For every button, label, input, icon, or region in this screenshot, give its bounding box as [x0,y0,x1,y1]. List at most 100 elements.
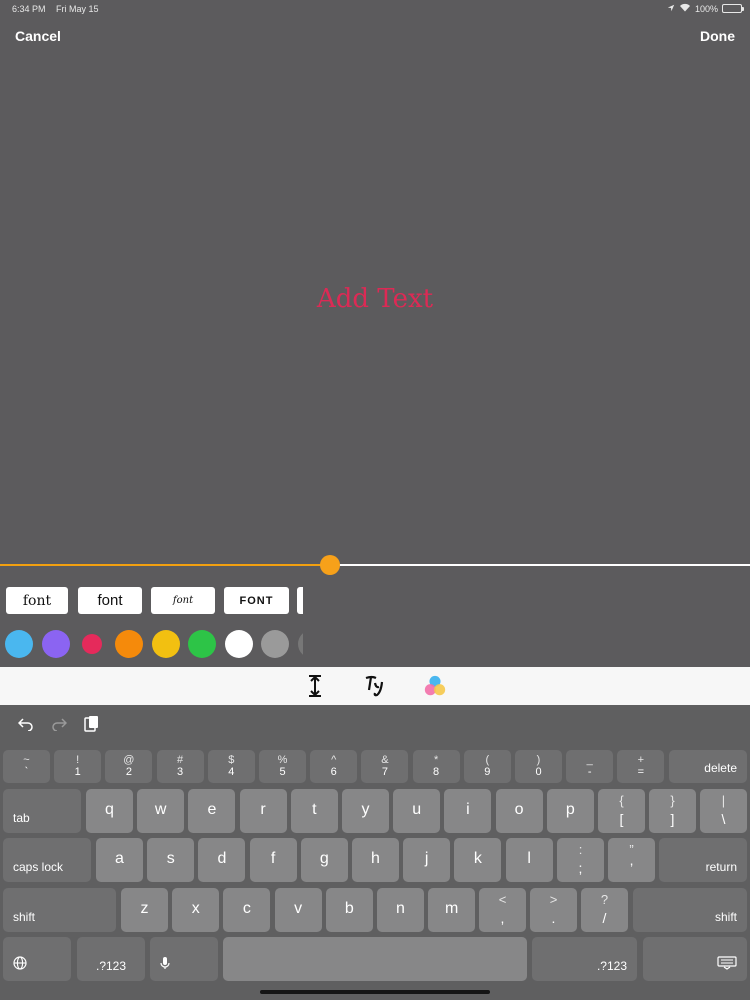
color-swatch[interactable] [82,634,102,654]
key-char: 3 [177,766,184,778]
undo-icon[interactable] [17,715,35,733]
key-letter[interactable]: i [444,789,492,833]
color-swatch[interactable] [298,630,303,658]
numbers-key-left[interactable]: .?123 [77,937,145,981]
key-letter[interactable]: m [428,888,476,932]
font-option-serif[interactable]: font [6,587,68,614]
key-number[interactable]: ) 0 [515,750,562,783]
microphone-icon [160,956,170,973]
key-char: r [260,801,266,818]
key-symbol[interactable]: >. [530,888,577,932]
key-number[interactable]: $4 [207,750,255,783]
color-swatch[interactable] [5,630,33,658]
space-bar[interactable] [223,937,527,981]
status-date: Fri May 15 [56,4,99,14]
key-symbol[interactable]: }] [649,789,696,833]
key-symbol[interactable]: <, [479,888,526,932]
key-shift-char: $ [228,754,235,766]
key-number[interactable]: % 5 [259,750,306,783]
key-symbol[interactable]: ”’ [608,838,655,882]
text-size-slider[interactable] [0,555,750,575]
text-height-icon[interactable] [303,674,327,698]
color-swatch[interactable] [115,630,143,658]
font-style-icon[interactable] [363,674,387,698]
key-number[interactable]: _ - [566,750,614,783]
key-number[interactable]: #3 [156,750,204,783]
key-letter[interactable]: s [147,838,195,882]
key-letter[interactable]: d [198,838,246,882]
key-number[interactable]: (9 [463,750,511,783]
color-swatch[interactable] [225,630,253,658]
cancel-button[interactable]: Cancel [15,28,61,44]
key-char: l [527,850,531,867]
key-char: - [587,766,592,778]
key-symbol[interactable]: :; [557,838,604,882]
key-letter[interactable]: k [454,838,502,882]
key-char: o [514,801,524,818]
key-letter[interactable]: b [325,888,373,932]
key-letter[interactable]: z [121,888,168,932]
key-letter[interactable]: c [223,888,271,932]
key-letter[interactable]: r [239,789,287,833]
slider-track-filled [0,564,330,566]
key-letter[interactable]: v [274,888,322,932]
key-letter[interactable]: h [352,838,399,882]
key-number[interactable]: * 8 [412,750,460,783]
key-symbol[interactable]: {[ [598,789,645,833]
key-number[interactable]: ! 1 [54,750,102,783]
key-letter[interactable]: e [188,789,236,833]
key-symbol[interactable]: ? / [581,888,628,932]
key-letter[interactable]: x [172,888,220,932]
done-button[interactable]: Done [700,28,735,44]
redo-icon[interactable] [50,715,68,733]
key-letter[interactable]: u [393,789,441,833]
color-picker [0,630,303,660]
slider-thumb[interactable] [320,555,340,575]
color-swatch[interactable] [152,630,180,658]
color-swatch[interactable] [42,630,70,658]
key-char: 9 [484,766,491,778]
font-option-marker[interactable]: font [78,587,142,614]
key-number[interactable]: ~ ` [3,750,50,783]
numbers-key-right[interactable]: .?123 [532,937,637,981]
caps-lock-key[interactable]: caps lock [3,838,91,882]
location-icon [667,4,675,14]
key-shift-char: { [619,793,624,808]
delete-key[interactable]: delete [669,750,747,783]
globe-key[interactable] [3,937,71,981]
key-number[interactable]: + = [617,750,665,783]
key-letter[interactable]: q [86,789,133,833]
key-number[interactable]: ^ 6 [310,750,358,783]
key-char: e [207,801,217,818]
key-letter[interactable]: f [249,838,297,882]
tab-key[interactable]: tab [3,789,81,833]
key-char: x [191,900,200,917]
shift-right-key[interactable]: shift [633,888,747,932]
color-swatch[interactable] [188,630,216,658]
key-letter[interactable]: a [96,838,143,882]
paste-icon[interactable] [82,715,100,733]
key-number[interactable]: @2 [105,750,153,783]
key-letter[interactable]: w [137,789,185,833]
font-option-more[interactable] [297,587,303,614]
shift-left-key[interactable]: shift [3,888,116,932]
return-key[interactable]: return [659,838,747,882]
key-number[interactable]: & 7 [361,750,409,783]
key-letter[interactable]: y [342,789,389,833]
hide-keyboard-key[interactable] [643,937,747,981]
key-letter[interactable]: t [290,789,338,833]
color-swatch[interactable] [261,630,289,658]
color-palette-icon[interactable] [423,674,447,698]
font-option-caps[interactable]: FONT [224,587,289,614]
key-symbol[interactable]: | \ [700,789,747,833]
key-letter[interactable]: p [546,789,594,833]
add-text-placeholder[interactable]: Add Text [0,284,750,314]
key-char: w [154,801,167,818]
key-letter[interactable]: n [377,888,424,932]
key-letter[interactable]: l [505,838,553,882]
key-letter[interactable]: o [495,789,543,833]
dictation-key[interactable] [150,937,218,981]
key-letter[interactable]: j [403,838,451,882]
font-option-script[interactable]: font [151,587,215,614]
key-letter[interactable]: g [300,838,348,882]
